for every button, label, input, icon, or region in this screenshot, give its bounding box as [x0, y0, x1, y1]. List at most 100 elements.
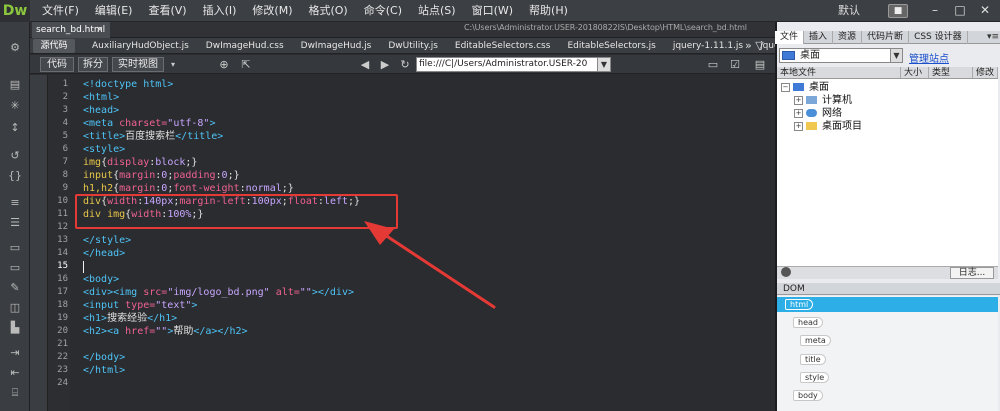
tree-item-network[interactable]: + 网络: [794, 107, 842, 120]
inspect-icon[interactable]: ⊕: [216, 57, 232, 72]
apply-source-formatting-icon[interactable]: ⌸: [5, 385, 25, 401]
close-tab-icon[interactable]: ×: [96, 22, 104, 38]
menu-modify[interactable]: 修改(M): [244, 0, 300, 22]
tab-assets[interactable]: 资源: [833, 31, 863, 44]
chevron-down-icon[interactable]: ▼: [890, 48, 903, 63]
more-files-icon[interactable]: » ▽: [745, 38, 764, 54]
file-management-icon[interactable]: ▤: [752, 57, 768, 72]
code-line: <div><img src="img/logo_bd.png" alt=""><…: [83, 286, 354, 299]
move-css-icon[interactable]: ◫: [5, 300, 25, 316]
back-icon[interactable]: ◀: [357, 57, 373, 72]
column-size[interactable]: 大小: [901, 67, 929, 78]
menu-file[interactable]: 文件(F): [34, 0, 87, 22]
braces-icon[interactable]: {}: [5, 168, 25, 184]
document-tab-bar: search_bd.html × C:\Users\Administrator.…: [30, 22, 775, 38]
related-file[interactable]: AuxiliaryHudObject.js: [92, 38, 189, 54]
tab-css-designer[interactable]: CSS 设计器: [909, 31, 968, 44]
dom-node-title[interactable]: title: [800, 354, 826, 365]
open-documents-icon[interactable]: ▤: [5, 77, 25, 93]
menu-insert[interactable]: 插入(I): [195, 0, 245, 22]
code-line: </head>: [83, 247, 125, 260]
menu-view[interactable]: 查看(V): [140, 0, 194, 22]
forward-icon[interactable]: ▶: [377, 57, 393, 72]
line-number: 12: [57, 222, 68, 232]
menu-format[interactable]: 格式(O): [300, 0, 355, 22]
related-file[interactable]: jquery-1.11.1.js: [673, 38, 743, 54]
related-file[interactable]: EditableSelectors.js: [567, 38, 655, 54]
common-icon[interactable]: ⚙: [5, 40, 25, 56]
code-line: <body>: [83, 273, 119, 286]
tree-item-computer[interactable]: + 计算机: [794, 94, 852, 107]
format-icon[interactable]: ▙: [5, 320, 25, 336]
comment-icon[interactable]: ▭: [5, 240, 25, 256]
menu-commands[interactable]: 命令(C): [356, 0, 410, 22]
highlight-invalid-icon[interactable]: ☰: [5, 215, 25, 231]
source-code-button[interactable]: 源代码: [33, 39, 75, 53]
code-line: <input type="text">: [83, 299, 197, 312]
dom-node-style[interactable]: style: [800, 372, 830, 383]
code-navigator-icon[interactable]: ⇱: [238, 57, 254, 72]
related-file[interactable]: DwImageHud.js: [301, 38, 372, 54]
connect-icon[interactable]: [781, 267, 791, 277]
expand-icon[interactable]: +: [794, 121, 803, 131]
manage-sites-link[interactable]: 管理站点: [909, 50, 949, 65]
validate-icon[interactable]: ☑: [727, 57, 743, 72]
file-tree: − 桌面 + 计算机 + 网络 + 桌面项目: [777, 79, 998, 266]
indent-icon[interactable]: ⇥: [5, 345, 25, 361]
menu-site[interactable]: 站点(S): [410, 0, 464, 22]
folder-icon: [806, 122, 817, 130]
tab-insert[interactable]: 插入: [804, 31, 834, 44]
visual-aids-icon[interactable]: ▭: [705, 57, 721, 72]
log-button[interactable]: 日志...: [950, 267, 994, 279]
tree-item-root[interactable]: − 桌面: [781, 81, 829, 94]
code-line: <h1>搜索经验</h1>: [83, 312, 177, 325]
outdent-icon[interactable]: ⇤: [5, 365, 25, 381]
tab-snippets[interactable]: 代码片断: [862, 31, 910, 44]
menu-edit[interactable]: 编辑(E): [87, 0, 141, 22]
tree-item-desktop-items[interactable]: + 桌面项目: [794, 120, 862, 133]
tab-files[interactable]: 文件: [775, 31, 805, 44]
workspace-switcher[interactable]: 默认: [838, 3, 860, 19]
address-input[interactable]: file:///C|/Users/Administrator.USER-20: [416, 57, 598, 72]
menu-window[interactable]: 窗口(W): [464, 0, 521, 22]
expand-icon[interactable]: ↕: [5, 120, 25, 136]
maximize-icon[interactable]: □: [949, 2, 971, 19]
split-view-button[interactable]: 拆分: [78, 57, 108, 72]
line-number: 9: [62, 183, 68, 193]
tree-item-label: 桌面项目: [822, 121, 862, 132]
sync-settings-icon[interactable]: ■: [888, 4, 908, 18]
uncomment-icon[interactable]: ▭: [5, 260, 25, 276]
dom-node-body[interactable]: body: [793, 390, 823, 401]
site-select[interactable]: 桌面: [779, 48, 903, 63]
code-view-button[interactable]: 代码: [40, 57, 74, 72]
dom-node-head[interactable]: head: [793, 317, 823, 328]
close-icon[interactable]: ✕: [974, 2, 996, 19]
line-number: 13: [57, 235, 68, 245]
refresh-icon[interactable]: ↻: [397, 57, 413, 72]
collapse-icon[interactable]: −: [781, 82, 790, 92]
line-number: 18: [57, 300, 68, 310]
code-token: "img/logo_bd.png": [167, 287, 270, 298]
menu-help[interactable]: 帮助(H): [521, 0, 576, 22]
minimize-icon[interactable]: –: [924, 2, 946, 19]
dom-node-meta[interactable]: meta: [800, 335, 831, 346]
related-file[interactable]: DwUtility.js: [388, 38, 438, 54]
address-dropdown-icon[interactable]: ▼: [597, 57, 611, 72]
line-number: 22: [57, 352, 68, 362]
brightness-icon[interactable]: ✳: [5, 98, 25, 114]
view-options-icon[interactable]: ▾: [165, 57, 181, 72]
column-type[interactable]: 类型: [929, 67, 973, 78]
snippet-icon[interactable]: ✎: [5, 280, 25, 296]
column-modified[interactable]: 修改: [973, 67, 998, 78]
line-numbers-icon[interactable]: ≡: [5, 195, 25, 211]
dom-panel-tab[interactable]: DOM: [783, 283, 805, 295]
expand-icon[interactable]: +: [794, 108, 803, 118]
dom-node-html[interactable]: html: [785, 299, 814, 310]
related-file[interactable]: DwImageHud.css: [206, 38, 284, 54]
panel-menu-icon[interactable]: ▾≡: [987, 31, 999, 44]
expand-icon[interactable]: +: [794, 95, 803, 105]
column-local-files[interactable]: 本地文件: [777, 67, 901, 78]
wrap-icon[interactable]: ↺: [5, 148, 25, 164]
live-view-button[interactable]: 实时视图: [112, 57, 164, 72]
related-file[interactable]: EditableSelectors.css: [455, 38, 551, 54]
